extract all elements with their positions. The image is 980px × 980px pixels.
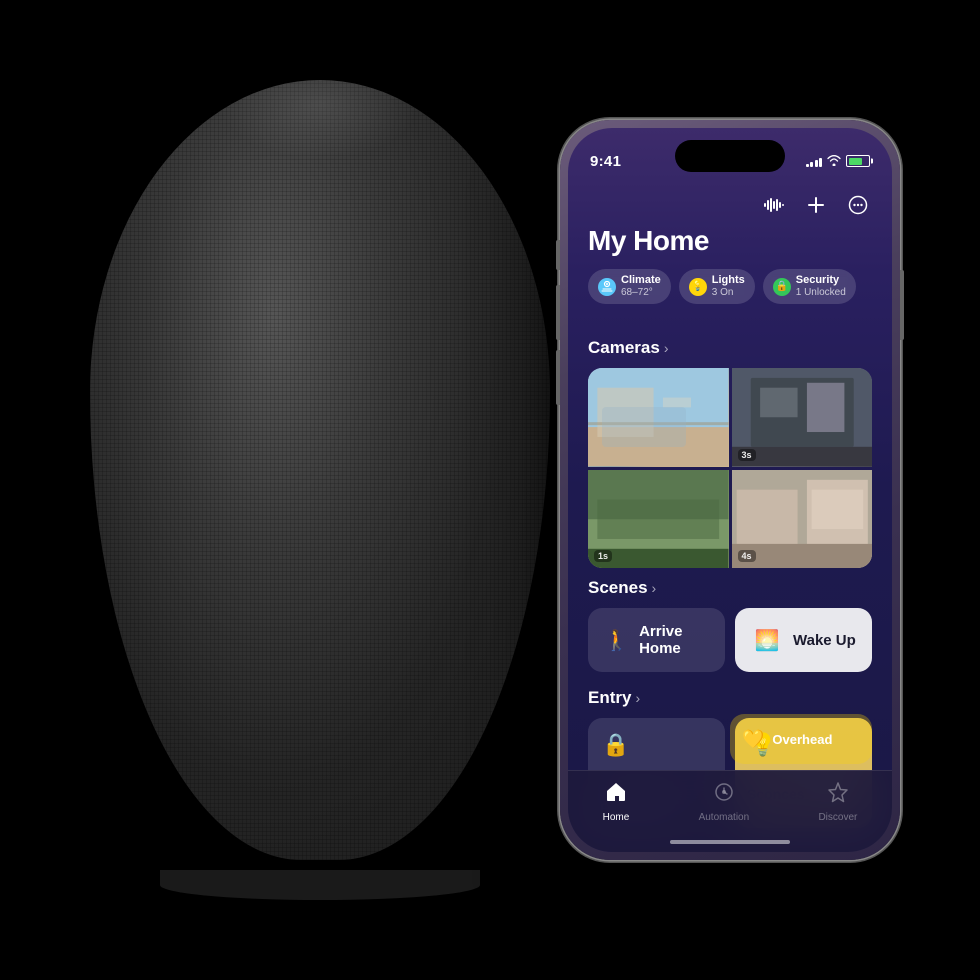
camera-cell-1[interactable] <box>588 368 729 467</box>
camera-cell-3[interactable]: 1s <box>588 470 729 569</box>
overhead-icon: 💛 <box>742 729 764 750</box>
climate-pill[interactable]: Climate 68–72° <box>588 269 671 304</box>
camera-cell-2[interactable]: 3s <box>732 368 873 467</box>
header-controls <box>588 191 872 219</box>
security-pill[interactable]: 🔒 Security 1 Unlocked <box>763 269 856 304</box>
homepod-top <box>220 80 420 160</box>
cameras-header[interactable]: Cameras › <box>588 338 872 358</box>
scenes-section: Scenes › 🚶 Arrive Home 🌅 Wake Up <box>568 578 892 672</box>
lights-sub: 3 On <box>712 287 745 299</box>
camera-cell-4[interactable]: 4s <box>732 470 873 569</box>
status-pills: Climate 68–72° 💡 Lights 3 On 🔒 <box>588 269 872 304</box>
automation-tab-icon <box>713 781 735 809</box>
security-label: Security <box>796 274 846 287</box>
tab-discover[interactable]: Discover <box>818 781 857 823</box>
power-button[interactable] <box>900 270 904 340</box>
security-pill-text: Security 1 Unlocked <box>796 274 846 299</box>
homepod-mesh <box>90 80 550 860</box>
cameras-section: Cameras › <box>568 338 892 568</box>
battery-icon <box>846 155 870 167</box>
camera-timestamp-2: 3s <box>738 449 756 461</box>
battery-fill <box>849 158 862 165</box>
signal-bar-3 <box>815 160 818 167</box>
waveform-button[interactable] <box>760 191 788 219</box>
cameras-title: Cameras <box>588 338 660 358</box>
scenes-chevron-icon: › <box>652 580 657 596</box>
climate-label: Climate <box>621 274 661 287</box>
overhead-card[interactable]: 💛 Overhead <box>730 714 872 764</box>
signal-bar-1 <box>806 164 809 167</box>
homepod <box>60 80 580 900</box>
camera-feed-1 <box>588 368 729 467</box>
page-title: My Home <box>588 225 872 257</box>
lights-pill[interactable]: 💡 Lights 3 On <box>679 269 755 304</box>
tab-automation[interactable]: Automation <box>699 781 750 823</box>
camera-timestamp-3: 1s <box>594 550 612 562</box>
more-button[interactable] <box>844 191 872 219</box>
home-tab-icon <box>605 781 627 809</box>
climate-pill-text: Climate 68–72° <box>621 274 661 299</box>
wake-up-icon: 🌅 <box>751 624 783 656</box>
entry-chevron-icon: › <box>635 690 640 706</box>
signal-bar-4 <box>819 158 822 167</box>
security-icon: 🔒 <box>773 278 791 296</box>
cameras-chevron-icon: › <box>664 340 669 356</box>
signal-bar-2 <box>810 162 813 167</box>
scenes-row: 🚶 Arrive Home 🌅 Wake Up <box>588 608 872 672</box>
status-time: 9:41 <box>590 153 621 170</box>
scenes-title: Scenes <box>588 578 648 598</box>
wifi-icon <box>827 154 841 169</box>
camera-timestamp-4: 4s <box>738 550 756 562</box>
volume-down-button[interactable] <box>556 350 560 405</box>
volume-up-button[interactable] <box>556 285 560 340</box>
homepod-base <box>160 870 480 900</box>
cameras-grid: 3s 1s <box>588 368 872 568</box>
wake-up-button[interactable]: 🌅 Wake Up <box>735 608 872 672</box>
app-header: My Home Climate <box>568 183 892 304</box>
silent-switch[interactable] <box>556 240 560 270</box>
arrive-home-button[interactable]: 🚶 Arrive Home <box>588 608 725 672</box>
door-lock-icon: 🔒 <box>602 732 629 758</box>
iphone: 9:41 <box>560 120 900 860</box>
tab-home[interactable]: Home <box>603 781 630 823</box>
iphone-screen: 9:41 <box>568 128 892 852</box>
climate-sub: 68–72° <box>621 287 661 299</box>
home-tab-label: Home <box>603 812 630 823</box>
scenes-header[interactable]: Scenes › <box>588 578 872 598</box>
home-indicator <box>670 840 790 844</box>
signal-bars-icon <box>806 155 823 167</box>
discover-tab-icon <box>827 781 849 809</box>
entry-header[interactable]: Entry › <box>588 688 872 708</box>
wake-up-label: Wake Up <box>793 632 856 649</box>
climate-icon <box>598 278 616 296</box>
lights-pill-text: Lights 3 On <box>712 274 745 299</box>
main-scene: 9:41 <box>0 0 980 980</box>
entry-title: Entry <box>588 688 631 708</box>
security-sub: 1 Unlocked <box>796 287 846 299</box>
lights-label: Lights <box>712 274 745 287</box>
add-button[interactable] <box>802 191 830 219</box>
lights-icon: 💡 <box>689 278 707 296</box>
arrive-home-icon: 🚶 <box>604 624 629 656</box>
discover-tab-label: Discover <box>818 812 857 823</box>
overhead-label: Overhead <box>772 732 832 747</box>
homepod-body <box>90 80 550 860</box>
arrive-home-label: Arrive Home <box>639 623 709 657</box>
dynamic-island <box>675 140 785 172</box>
status-icons <box>806 154 871 169</box>
automation-tab-label: Automation <box>699 812 750 823</box>
